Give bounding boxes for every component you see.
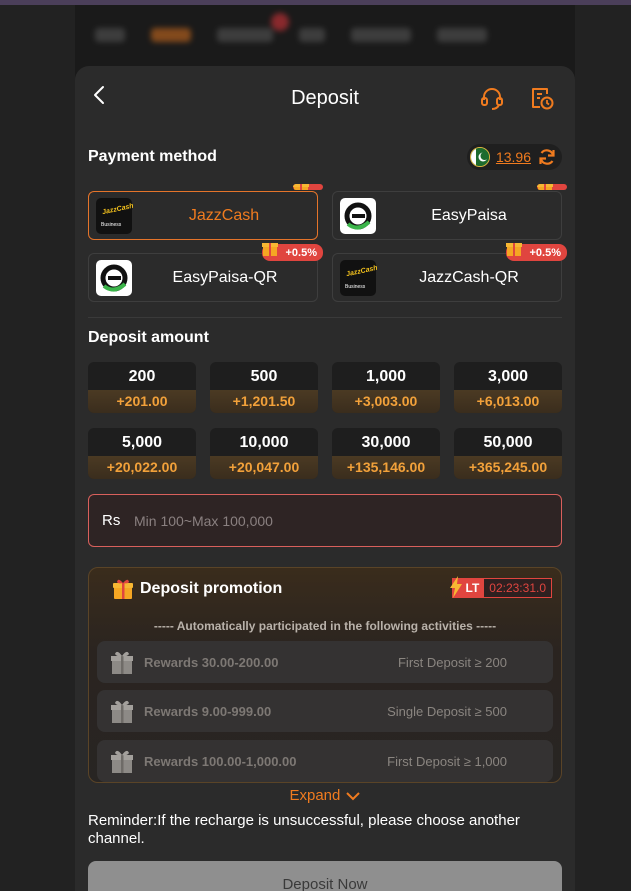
chevron-down-icon: [345, 792, 360, 801]
balance-value: 13.96: [495, 149, 531, 165]
lightning-icon: [449, 576, 462, 598]
gift-icon: [111, 651, 133, 674]
background-nav: [75, 5, 575, 65]
amount-option[interactable]: 5,000 +20,022.00: [88, 428, 196, 479]
gift-icon: [111, 750, 133, 773]
bonus-badge: [537, 184, 567, 190]
amount-option[interactable]: 30,000 +135,146.00: [332, 428, 440, 479]
customer-service-icon[interactable]: [479, 85, 505, 111]
easypaisa-logo: [340, 198, 376, 234]
bonus-badge: +0.5%: [505, 243, 567, 261]
limited-time-badge: LT 02:23:31.0: [449, 576, 552, 598]
gift-icon: [293, 184, 309, 190]
deposit-now-button[interactable]: Deposit Now: [88, 861, 562, 891]
payment-method-row: Payment method 13.96: [88, 144, 562, 172]
gift-icon: [111, 700, 133, 723]
amount-option[interactable]: 200 +201.00: [88, 362, 196, 413]
deposit-amount-label: Deposit amount: [88, 329, 209, 346]
amount-option[interactable]: 3,000 +6,013.00: [454, 362, 562, 413]
amount-option[interactable]: 500 +1,201.50: [210, 362, 318, 413]
promotion-item: Rewards 9.00-999.00 Single Deposit ≥ 500: [97, 690, 553, 732]
method-easypaisa[interactable]: EasyPaisa: [332, 184, 567, 240]
jazzcash-logo: JazzCash Business: [340, 260, 378, 296]
history-icon[interactable]: [529, 85, 555, 111]
pakistan-flag-icon: [469, 147, 490, 167]
countdown-timer: 02:23:31.0: [483, 578, 552, 598]
bonus-badge: [293, 184, 323, 190]
deposit-sheet: Deposit Payment method 13.96 JazzCash Bu: [75, 66, 575, 891]
easypaisa-logo: [96, 260, 132, 296]
gift-icon: [505, 243, 522, 256]
method-jazzcash[interactable]: JazzCash Business JazzCash: [88, 184, 323, 240]
currency-label: Rs: [102, 512, 121, 529]
jazzcash-logo: JazzCash Business: [96, 198, 134, 234]
method-easypaisa-qr[interactable]: EasyPaisa-QR +0.5%: [88, 243, 323, 302]
divider: [88, 317, 562, 318]
amount-input-box[interactable]: Rs: [88, 494, 562, 547]
amount-option[interactable]: 10,000 +20,047.00: [210, 428, 318, 479]
payment-method-label: Payment method: [88, 148, 217, 165]
expand-button[interactable]: Expand: [75, 787, 575, 804]
promotion-subtitle: ----- Automatically participated in the …: [153, 619, 497, 633]
balance-pill: 13.96: [466, 144, 562, 170]
bonus-badge: +0.5%: [261, 243, 323, 261]
header: Deposit: [75, 66, 575, 130]
gift-icon: [261, 243, 278, 256]
amount-option[interactable]: 50,000 +365,245.00: [454, 428, 562, 479]
method-jazzcash-qr[interactable]: JazzCash Business JazzCash-QR +0.5%: [332, 243, 567, 302]
deposit-promotion: Deposit promotion LT 02:23:31.0 ----- Au…: [88, 567, 562, 783]
reminder-text: Reminder:If the recharge is unsuccessful…: [88, 812, 520, 847]
refresh-icon[interactable]: [537, 147, 557, 167]
gift-icon: [113, 579, 133, 599]
promotion-item: Rewards 100.00-1,000.00 First Deposit ≥ …: [97, 740, 553, 782]
amount-option[interactable]: 1,000 +3,003.00: [332, 362, 440, 413]
promotion-item: Rewards 30.00-200.00 First Deposit ≥ 200: [97, 641, 553, 683]
gift-icon: [537, 184, 553, 190]
amount-input[interactable]: [134, 512, 534, 529]
promotion-title: Deposit promotion: [140, 580, 283, 597]
